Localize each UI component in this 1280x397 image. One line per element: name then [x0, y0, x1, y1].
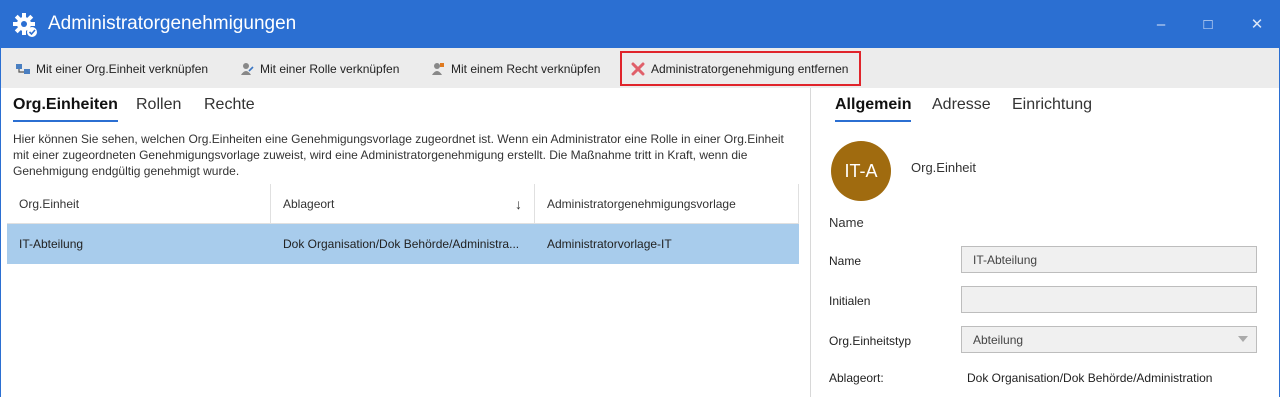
column-header-template-label: Administratorgenehmigungsvorlage	[547, 197, 736, 211]
link-role-label: Mit einer Rolle verknüpfen	[260, 61, 400, 76]
link-role-button[interactable]: Mit einer Rolle verknüpfen	[231, 52, 407, 85]
chevron-down-icon	[1238, 336, 1248, 342]
description-text: Hier können Sie sehen, welchen Org.Einhe…	[13, 132, 784, 178]
gear-icon	[13, 13, 37, 37]
column-header-template[interactable]: Administratorgenehmigungsvorlage	[535, 184, 799, 224]
location-label: Ablageort:	[829, 371, 884, 385]
section-title-name: Name	[829, 215, 864, 230]
column-header-location[interactable]: Ablageort ↓	[271, 184, 535, 224]
avatar-initials: IT-A	[844, 160, 878, 181]
right-panel: Allgemein Adresse Einrichtung IT-A Org.E…	[810, 88, 1280, 397]
remove-admin-approval-label: Administratorgenehmigung entfernen	[651, 61, 849, 76]
maximize-button[interactable]: □	[1195, 12, 1221, 36]
avatar: IT-A	[831, 141, 891, 201]
tab-roles[interactable]: Rollen	[136, 96, 181, 120]
initials-label: Initialen	[829, 294, 871, 308]
name-field-value: IT-Abteilung	[973, 252, 1038, 267]
cell-template: Administratorvorlage-IT	[547, 237, 672, 251]
tab-org-units[interactable]: Org.Einheiten	[13, 96, 118, 122]
location-value: Dok Organisation/Dok Behörde/Administrat…	[967, 371, 1213, 385]
left-panel: Org.Einheiten Rollen Rechte Hier können …	[0, 88, 810, 397]
title-bar: Administratorgenehmigungen – □ ✕	[0, 0, 1280, 48]
remove-admin-approval-button[interactable]: Administratorgenehmigung entfernen	[620, 51, 861, 86]
grid-header: Org.Einheit Ablageort ↓ Administratorgen…	[7, 184, 799, 224]
tab-rights[interactable]: Rechte	[204, 96, 255, 120]
link-org-unit-button[interactable]: Mit einer Org.Einheit verknüpfen	[7, 52, 216, 85]
object-type-label: Org.Einheit	[911, 160, 977, 175]
column-header-location-label: Ablageort	[283, 197, 335, 211]
name-field[interactable]: IT-Abteilung	[961, 246, 1257, 273]
toolbar: Mit einer Org.Einheit verknüpfen Mit ein…	[0, 48, 1280, 88]
link-right-label: Mit einem Recht verknüpfen	[451, 61, 601, 76]
link-right-button[interactable]: Mit einem Recht verknüpfen	[422, 52, 608, 85]
org-unit-type-label: Org.Einheitstyp	[829, 334, 912, 348]
cell-location: Dok Organisation/Dok Behörde/Administra.…	[283, 237, 520, 251]
sort-descending-icon: ↓	[515, 196, 522, 212]
initials-field[interactable]	[961, 286, 1257, 313]
right-link-icon	[432, 62, 444, 75]
delete-x-icon	[631, 62, 645, 75]
close-icon: ✕	[1250, 16, 1264, 33]
tab-address[interactable]: Adresse	[932, 96, 991, 120]
cell-org-unit: IT-Abteilung	[19, 237, 84, 251]
org-link-icon	[16, 63, 30, 74]
table-row[interactable]: IT-Abteilung Dok Organisation/Dok Behörd…	[7, 224, 799, 264]
maximize-icon: □	[1203, 15, 1213, 33]
name-label: Name	[829, 254, 862, 268]
tab-setup[interactable]: Einrichtung	[1012, 96, 1092, 120]
minimize-button[interactable]: –	[1148, 12, 1174, 36]
tab-general[interactable]: Allgemein	[835, 96, 912, 122]
org-unit-type-select[interactable]: Abteilung	[961, 326, 1257, 353]
org-unit-type-value: Abteilung	[973, 332, 1024, 347]
minimize-icon: –	[1156, 15, 1166, 33]
window-title: Administratorgenehmigungen	[48, 13, 297, 34]
link-org-unit-label: Mit einer Org.Einheit verknüpfen	[36, 61, 209, 76]
column-header-org-unit[interactable]: Org.Einheit	[7, 184, 271, 224]
role-link-icon	[241, 62, 254, 75]
column-header-org-unit-label: Org.Einheit	[19, 197, 80, 211]
close-button[interactable]: ✕	[1244, 12, 1270, 36]
org-units-grid: Org.Einheit Ablageort ↓ Administratorgen…	[7, 184, 799, 264]
